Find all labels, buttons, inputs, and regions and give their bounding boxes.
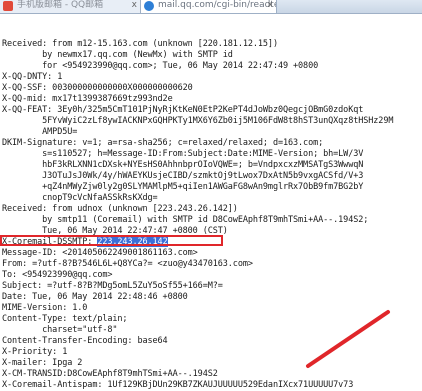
- browser-tab-bar: 手机版邮箱 - QQ邮箱 x mail.qq.com/cgi-bin/readt…: [0, 0, 422, 14]
- close-icon[interactable]: x: [132, 0, 137, 11]
- tab-label: mail.qq.com/cgi-bin/readtem: [158, 0, 277, 10]
- close-icon[interactable]: x: [268, 0, 273, 11]
- qq-mail-icon: [3, 1, 13, 11]
- tab-qq-mail[interactable]: 手机版邮箱 - QQ邮箱 x: [0, 0, 141, 13]
- email-source-view: Received: from m12-15.163.com (unknown […: [0, 14, 422, 390]
- header-line: X-Coremail-Antispam: 1Uf129KBjDUn29KB7ZK…: [2, 380, 354, 390]
- highlight-box: [0, 235, 223, 246]
- tab-label: 手机版邮箱 - QQ邮箱: [17, 0, 104, 10]
- globe-icon: [144, 1, 154, 11]
- tab-mail-read[interactable]: mail.qq.com/cgi-bin/readtem x: [141, 0, 277, 13]
